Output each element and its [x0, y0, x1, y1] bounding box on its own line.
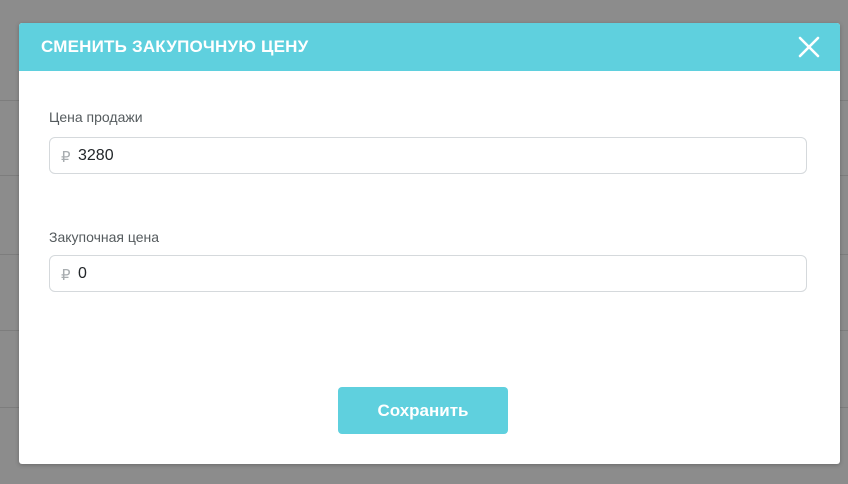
close-icon	[798, 36, 820, 58]
change-purchase-price-modal: СМЕНИТЬ ЗАКУПОЧНУЮ ЦЕНУ Цена продажи ₽ 3…	[19, 23, 840, 464]
save-button[interactable]: Сохранить	[338, 387, 508, 434]
sale-price-input[interactable]: ₽ 3280	[49, 137, 807, 174]
close-button[interactable]	[798, 36, 820, 58]
purchase-price-label: Закупочная цена	[49, 229, 160, 245]
sale-price-label: Цена продажи	[49, 109, 143, 125]
modal-title: СМЕНИТЬ ЗАКУПОЧНУЮ ЦЕНУ	[41, 37, 309, 56]
purchase-price-value: 0	[78, 265, 87, 282]
ruble-sign: ₽	[61, 149, 71, 166]
modal-header: СМЕНИТЬ ЗАКУПОЧНУЮ ЦЕНУ	[19, 23, 840, 71]
sale-price-value: 3280	[78, 147, 114, 164]
ruble-sign: ₽	[61, 267, 71, 284]
purchase-price-input[interactable]: ₽ 0	[49, 255, 807, 292]
